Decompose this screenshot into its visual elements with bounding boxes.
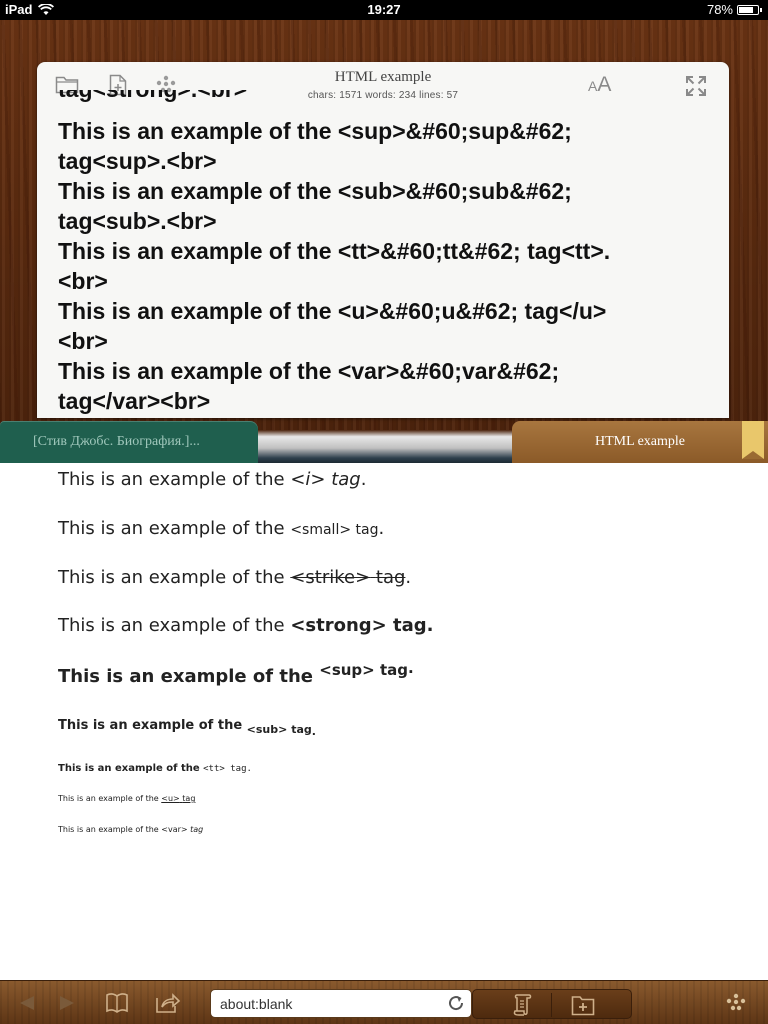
source-cut-line: tag<strong>.<br>	[58, 90, 247, 104]
status-bar: iPad 19:27 78%	[0, 0, 768, 20]
bookmark-ribbon-icon[interactable]	[742, 421, 764, 459]
reload-icon[interactable]	[447, 994, 465, 1012]
source-line: tag<sub>.<br>	[58, 208, 217, 234]
editor-panel: HTML example chars: 1571 words: 234 line…	[37, 62, 729, 418]
source-line: <br>	[58, 268, 108, 294]
preview-strike-line: This is an example of the <strike> tag.	[58, 567, 412, 588]
font-size-small-label: A	[588, 78, 598, 94]
preview-small-line: This is an example of the <small> tag.	[58, 518, 385, 539]
forward-arrow-icon[interactable]	[58, 994, 78, 1012]
source-line: tag<sup>.<br>	[58, 148, 217, 174]
action-button-group	[472, 989, 632, 1019]
back-arrow-icon[interactable]	[16, 994, 36, 1012]
preview-strong-line: This is an example of the <strong> tag.	[58, 615, 434, 636]
source-line: tag</var><br>	[58, 388, 211, 414]
source-lines: This is an example of the <sup>&#60;sup&…	[58, 116, 698, 416]
menu-dots-icon[interactable]	[725, 993, 747, 1013]
bottom-toolbar: about:blank	[0, 980, 768, 1024]
battery-percent: 78%	[706, 2, 733, 17]
html-preview: This is an example of the <i> tag. This …	[0, 463, 768, 980]
add-tab-icon[interactable]	[571, 994, 595, 1016]
tab-steve-jobs[interactable]: [Стив Джобс. Биография.]...	[0, 421, 258, 463]
share-icon[interactable]	[155, 992, 181, 1014]
button-separator	[551, 993, 552, 1017]
tab-html-example[interactable]: HTML example	[512, 421, 768, 463]
preview-var-line: This is an example of the <var> tag	[58, 825, 204, 834]
preview-sub-line: This is an example of the <sub> tag.	[58, 718, 316, 738]
book-icon[interactable]	[105, 992, 129, 1014]
scroll-icon[interactable]	[511, 993, 533, 1017]
battery-indicator: 78%	[707, 2, 762, 17]
source-line: This is an example of the <sub>&#60;sub&…	[58, 178, 572, 204]
font-size-icon[interactable]: AA	[588, 73, 611, 97]
clock: 19:27	[367, 2, 401, 17]
url-field[interactable]: about:blank	[210, 989, 472, 1018]
font-size-large-label: A	[597, 73, 612, 96]
document-title: HTML example	[334, 69, 432, 85]
battery-icon	[737, 4, 762, 15]
source-line: This is an example of the <var>&#60;var&…	[58, 358, 560, 384]
preview-sup-line: This is an example of the <sup> tag.	[58, 659, 414, 687]
source-line: <br>	[58, 328, 108, 354]
source-line: This is an example of the <u>&#60;u&#62;…	[58, 298, 607, 324]
source-line: This is an example of the <sup>&#60;sup&…	[58, 118, 572, 144]
preview-tt-line: This is an example of the <tt> tag.	[58, 763, 252, 774]
url-text: about:blank	[220, 996, 293, 1012]
preview-i-line: This is an example of the <i> tag.	[58, 469, 367, 490]
tab-html-example-label: HTML example	[594, 434, 686, 449]
tab-separator	[258, 430, 512, 463]
preview-u-line: This is an example of the <u> tag	[58, 794, 196, 803]
fullscreen-icon[interactable]	[685, 75, 707, 97]
source-line: This is an example of the <tt>&#60;tt&#6…	[58, 238, 611, 264]
